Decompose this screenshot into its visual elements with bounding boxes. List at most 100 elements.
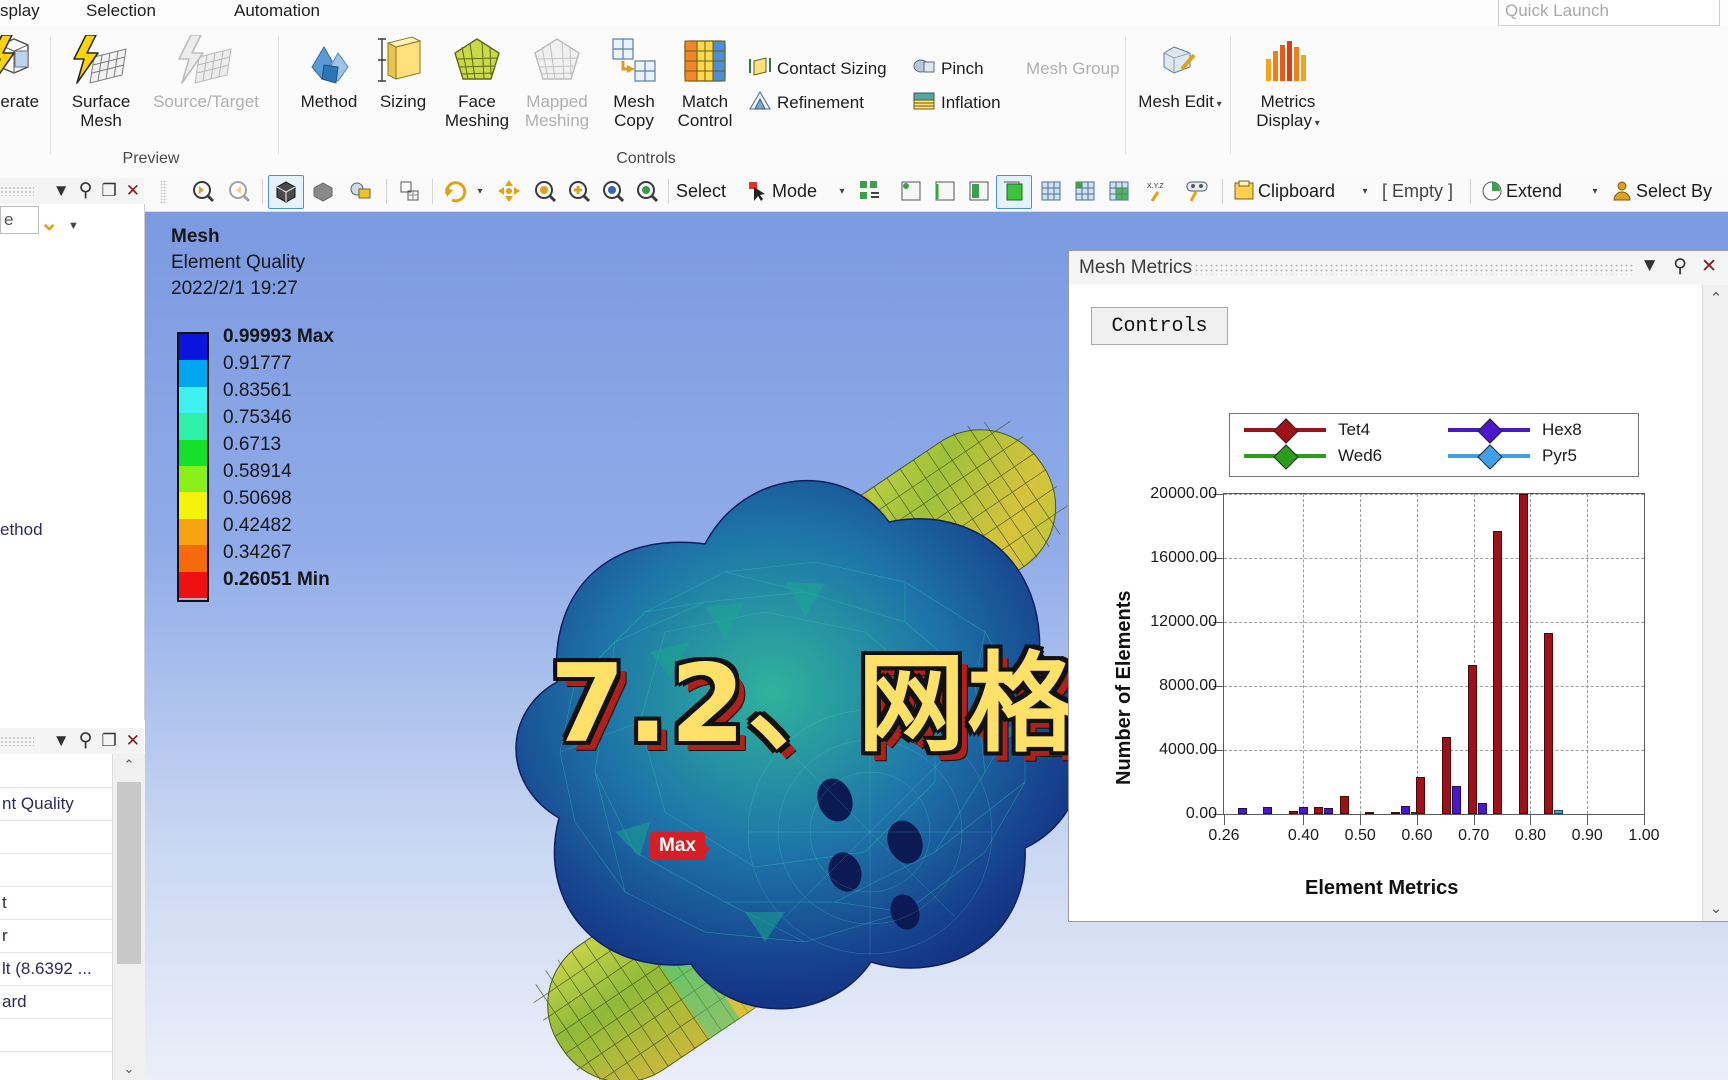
details-row-2[interactable] (0, 820, 114, 854)
face-select-icon[interactable] (962, 175, 996, 207)
inflation-button[interactable]: Inflation (912, 90, 1001, 116)
mode-label[interactable]: Mode (772, 175, 817, 207)
rotate-icon[interactable] (438, 175, 472, 207)
outline-panel: e ⌄ ▼ ethod (0, 204, 145, 720)
details-scrollbar[interactable]: ⌃ ⌄ (112, 754, 145, 1080)
details-row-5[interactable]: r (0, 919, 114, 953)
mesh-group-button[interactable]: Mesh Group (1026, 56, 1120, 82)
node-select-icon[interactable] (1034, 175, 1068, 207)
pin-icon[interactable]: ⚲ (79, 179, 93, 202)
inflation-label: Inflation (941, 93, 1001, 112)
extend-dropdown-icon[interactable]: ▾ (1586, 175, 1604, 207)
cursor-mode-icon[interactable] (744, 175, 770, 207)
scroll-up-icon[interactable]: ⌃ (113, 754, 145, 776)
zoom-next-icon[interactable] (222, 175, 256, 207)
scroll-down-icon[interactable]: ⌄ (113, 1058, 145, 1080)
label-probe-icon[interactable] (1178, 175, 1216, 207)
chart-y-tick-label: 8000.00 (1159, 677, 1217, 694)
chevron-down-icon[interactable]: ▾ (1214, 99, 1222, 110)
outline-filter-input[interactable]: e (0, 206, 39, 234)
element-select-icon[interactable] (1068, 175, 1102, 207)
chart-bar-tet4 (1442, 737, 1452, 814)
dropdown-icon-2[interactable]: ▼ (53, 731, 70, 751)
shaded-exterior-and-edges-icon[interactable] (268, 175, 304, 209)
menu-item-selection[interactable]: Selection (86, 0, 156, 26)
mesh-edit-text: Mesh Edit (1138, 92, 1214, 111)
wireframe-icon[interactable] (344, 175, 378, 207)
maximize-icon-2[interactable]: ❐ (102, 731, 117, 751)
clipboard-icon[interactable] (1230, 175, 1258, 207)
chevron-down-icon-2[interactable]: ▾ (1312, 118, 1320, 129)
match-control-button[interactable]: Match Control (662, 32, 748, 130)
select-by-label[interactable]: Select By (1636, 175, 1712, 207)
mesh-metrics-window[interactable]: Mesh Metrics ▼ ⚲ ✕ Controls Tet4 Wed6 He… (1068, 250, 1728, 922)
select-by-icon[interactable] (1608, 175, 1636, 207)
details-row-1[interactable]: nt Quality (0, 787, 114, 821)
details-row-4[interactable]: t (0, 886, 114, 920)
close-icon-3[interactable]: ✕ (1701, 255, 1717, 278)
clipboard-label[interactable]: Clipboard (1258, 175, 1335, 207)
outline-item-method[interactable]: ethod (0, 520, 43, 540)
inflation-icon (912, 89, 936, 118)
details-row-8[interactable] (0, 1018, 114, 1052)
edge-select-icon[interactable] (928, 175, 962, 207)
mode-dropdown-icon[interactable]: ▾ (833, 175, 851, 207)
xyz-probe-icon[interactable]: X.Y.Z (1140, 175, 1178, 207)
close-icon[interactable]: ✕ (126, 181, 140, 201)
pinch-button[interactable]: Pinch (912, 56, 984, 82)
toolbar-grip[interactable] (160, 180, 167, 203)
close-icon-2[interactable]: ✕ (126, 731, 140, 751)
outline-filter-dropdown-icon[interactable]: ▼ (68, 220, 79, 232)
legend-value-0: 0.99993 Max (223, 326, 334, 347)
preview-group-label: Preview (122, 150, 180, 167)
pan-icon[interactable] (492, 175, 526, 207)
match-control-icon (662, 32, 748, 90)
scroll-down-icon-2[interactable]: ⌄ (1703, 895, 1728, 921)
details-row-3[interactable] (0, 853, 114, 887)
vertex-select-icon[interactable] (894, 175, 928, 207)
mapped-meshing-button[interactable]: Mapped Meshing (514, 32, 600, 130)
scroll-up-icon-2[interactable]: ⌃ (1703, 285, 1728, 311)
extend-label[interactable]: Extend (1506, 175, 1562, 207)
show-vertices-icon[interactable] (392, 175, 426, 207)
surface-mesh-label: Surface Mesh (71, 92, 131, 130)
extend-icon[interactable] (1478, 175, 1506, 207)
pin-icon-2[interactable]: ⚲ (79, 729, 93, 752)
mesh-edit-button[interactable]: Mesh Edit ▾ (1135, 32, 1225, 114)
dropdown-icon-3[interactable]: ▼ (1640, 255, 1659, 277)
surface-mesh-button[interactable]: Surface Mesh (58, 32, 144, 130)
zoom-prev-icon[interactable] (186, 175, 220, 207)
zoom-to-fit-icon[interactable] (596, 175, 630, 207)
source-target-button[interactable]: Source/Target (146, 32, 266, 111)
select-all-icon[interactable] (854, 175, 888, 207)
maximize-icon[interactable]: ❐ (102, 181, 117, 201)
details-row-6[interactable]: lt (8.6392 ... (0, 952, 114, 986)
box-zoom-icon[interactable] (562, 175, 596, 207)
quick-launch-input[interactable]: Quick Launch (1498, 0, 1720, 26)
zoom-icon[interactable] (528, 175, 562, 207)
details-row-7[interactable]: ard (0, 985, 114, 1019)
body-select-icon[interactable] (996, 175, 1032, 209)
mesh-metrics-titlebar[interactable]: Mesh Metrics ▼ ⚲ ✕ (1069, 251, 1728, 286)
scroll-thumb[interactable] (117, 782, 141, 964)
menu-item-display[interactable]: splay (0, 0, 40, 26)
pin-icon-3[interactable]: ⚲ (1673, 255, 1687, 278)
ansys-mechanical-window: splay Selection Automation Quick Launch … (0, 0, 1728, 1080)
contact-sizing-button[interactable]: Contact Sizing (748, 56, 887, 82)
rotate-dropdown-icon[interactable]: ▾ (470, 175, 490, 207)
metrics-display-button[interactable]: Metrics Display ▾ (1238, 32, 1338, 133)
mesh-metrics-scrollbar[interactable]: ⌃ ⌄ (1702, 285, 1728, 921)
face-meshing-button[interactable]: Face Meshing (434, 32, 520, 130)
menu-item-automation[interactable]: Automation (234, 0, 320, 26)
chart-bar-hex8 (1298, 807, 1308, 814)
dropdown-icon[interactable]: ▼ (53, 181, 70, 201)
details-row-0[interactable] (0, 754, 114, 788)
shaded-exterior-icon[interactable] (306, 175, 340, 207)
clipboard-dropdown-icon[interactable]: ▾ (1356, 175, 1374, 207)
metrics-display-icon (1238, 32, 1338, 90)
chevron-down-gold-icon[interactable]: ⌄ (40, 210, 58, 236)
refinement-button[interactable]: Refinement (748, 90, 864, 116)
element-face-select-icon[interactable] (1102, 175, 1136, 207)
chart-y-tick-label: 16000.00 (1150, 549, 1217, 566)
magnifier-icon[interactable] (630, 175, 664, 207)
